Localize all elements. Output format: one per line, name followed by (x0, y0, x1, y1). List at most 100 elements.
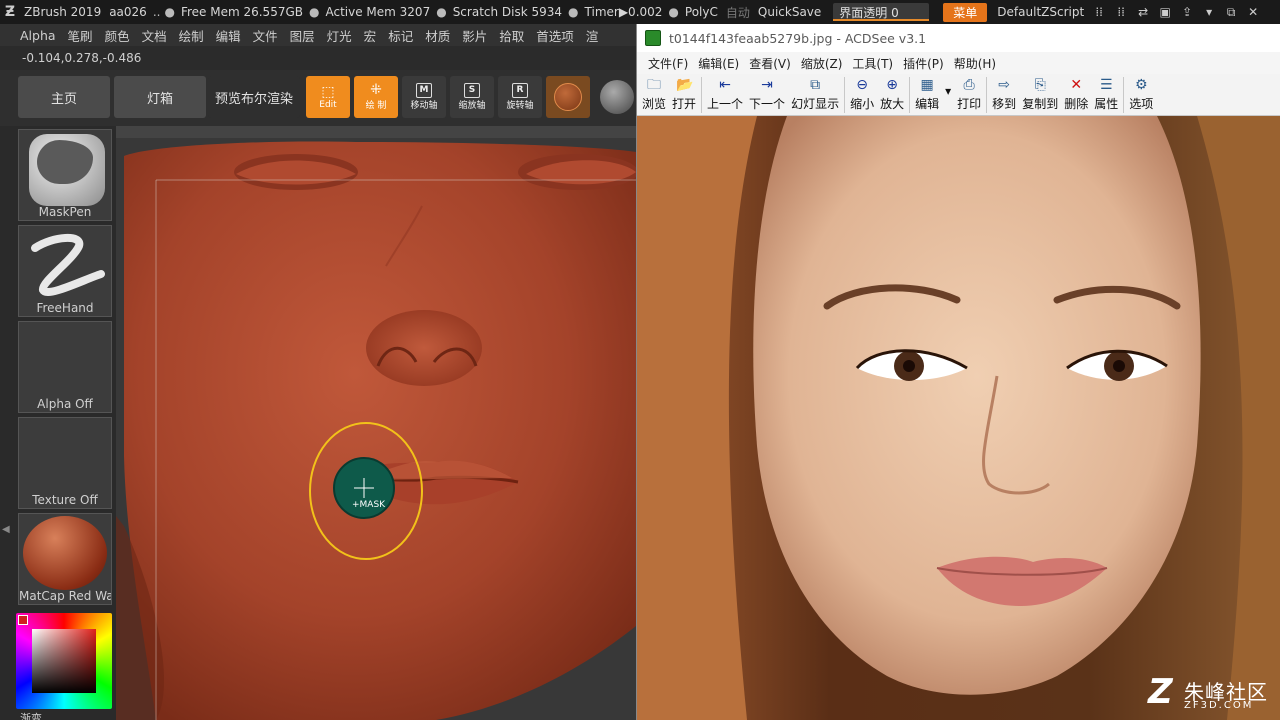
poly-count: PolyC (684, 5, 718, 19)
zbrush-canvas[interactable]: +MASK (116, 126, 636, 720)
sculpt-head (116, 126, 636, 720)
draw-button[interactable]: ⁜ 绘 制 (354, 76, 398, 118)
zbrush-menu-item[interactable]: 灯光 (321, 26, 358, 45)
toolbar-button-browse[interactable]: 🗀 浏览 (639, 74, 669, 112)
toolbar-label: 选项 (1129, 97, 1154, 111)
color-picker[interactable] (16, 613, 112, 709)
zbrush-menu-item[interactable]: Alpha (14, 28, 62, 43)
toolbar-button-zoom-out[interactable]: ⊖ 缩小 (847, 74, 877, 112)
main-color-swatch[interactable] (18, 615, 28, 625)
acdsee-app-icon (645, 30, 661, 46)
quicksave-button[interactable]: QuickSave (754, 5, 825, 19)
zbrush-logo-icon: Ƶ (4, 4, 16, 20)
toolbar-label: 浏览 (642, 97, 667, 111)
interface-transparency-slider[interactable]: 界面透明 0 (833, 3, 930, 21)
toolbar-button-next[interactable]: ⇥ 下一个 (746, 74, 788, 112)
zbrush-menu-item[interactable]: 渲 (580, 26, 605, 45)
zbrush-shelf: 主页 灯箱 预览布尔渲染 ⬚ Edit ⁜ 绘 制 M 移动轴 S 缩放轴 R … (0, 70, 640, 126)
toolbar-button-options[interactable]: ⚙ 选项 (1126, 74, 1156, 112)
brush-label: MaskPen (38, 205, 92, 219)
restore-icon[interactable]: ⧉ (1220, 5, 1242, 20)
layout-icon[interactable]: ⁞⁞ (1088, 5, 1110, 19)
swap-icon[interactable]: ⇄ (1132, 5, 1154, 19)
zbrush-menu-item[interactable]: 宏 (358, 26, 383, 45)
color-sphere-button[interactable] (600, 80, 634, 114)
color-field[interactable] (32, 629, 96, 693)
status-dot-icon: ● (668, 5, 679, 19)
acdsee-window: t0144f143feaab5279b.jpg - ACDSee v3.1 文件… (636, 24, 1280, 720)
watermark-logo: Z (1148, 672, 1173, 712)
zbrush-menu-item[interactable]: 首选项 (530, 26, 580, 45)
acdsee-menu-item[interactable]: 文件(F) (643, 55, 693, 72)
toolbar-button-open-folder[interactable]: 📂 打开 (669, 74, 699, 112)
material-selector[interactable]: MatCap Red Wax (18, 513, 112, 605)
brush-selector[interactable]: MaskPen (18, 129, 112, 221)
alpha-label: Alpha Off (37, 397, 93, 411)
toolbar-button-edit[interactable]: ▦ 编辑 (912, 74, 942, 112)
zbrush-menu-item[interactable]: 绘制 (173, 26, 210, 45)
menus-toggle-button[interactable]: 菜单 (943, 2, 988, 22)
auto-label: 自动 (725, 5, 750, 20)
stroke-selector[interactable]: FreeHand (18, 225, 112, 317)
zbrush-menubar: Alpha 笔刷 颜色 文档 绘制 编辑 文件 图层 灯光宏标记 材质 影片 拾取 首选项渲 (0, 24, 640, 46)
zbrush-titlebar: Ƶ ZBrush 2019 aa026 .. ● Free Mem 26.557… (0, 0, 1280, 24)
zbrush-menu-item[interactable]: 文件 (247, 26, 284, 45)
help-icon[interactable]: ⇪ (1176, 5, 1198, 19)
material-button[interactable] (546, 76, 590, 118)
zbrush-menu-item[interactable]: 编辑 (210, 26, 247, 45)
toolbar-button-slideshow[interactable]: ⧉ 幻灯显示 (788, 74, 842, 112)
texture-selector[interactable]: Texture Off (18, 417, 112, 509)
status-dot-icon: ● (309, 5, 320, 19)
toolbar-button-delete[interactable]: ✕ 删除 (1061, 74, 1091, 112)
stroke-label: FreeHand (36, 301, 94, 315)
edit-dropdown-arrow-icon[interactable]: ▾ (942, 74, 954, 98)
acdsee-menu-item[interactable]: 查看(V) (744, 55, 796, 72)
zbrush-menu-item[interactable]: 图层 (284, 26, 321, 45)
zbrush-menu-item[interactable]: 标记 (382, 26, 419, 45)
toolbar-label: 下一个 (749, 97, 786, 111)
toolbar-label: 缩小 (850, 97, 875, 111)
toolbar-button-properties[interactable]: ☰ 属性 (1091, 74, 1121, 112)
acdsee-menu-item[interactable]: 工具(T) (847, 55, 898, 72)
status-dot-icon: ● (568, 5, 579, 19)
edit-button[interactable]: ⬚ Edit (306, 76, 350, 118)
rotate-button[interactable]: R 旋转轴 (498, 76, 542, 118)
acdsee-menu-item[interactable]: 编辑(E) (693, 55, 744, 72)
rotate-icon: R (512, 83, 528, 98)
zbrush-menu-item[interactable]: 颜色 (99, 26, 136, 45)
toolbar-button-prev[interactable]: ⇤ 上一个 (704, 74, 746, 112)
copy-to-icon: ⎘ (1034, 77, 1046, 93)
toolbar-label: 打印 (957, 97, 982, 111)
zbrush-menu-item[interactable]: 材质 (419, 26, 456, 45)
toolbar-label: 复制到 (1022, 97, 1059, 111)
lightbox-button[interactable]: 灯箱 (114, 76, 206, 118)
layout-icon[interactable]: ⁞⁞ (1110, 5, 1132, 19)
home-button[interactable]: 主页 (18, 76, 110, 118)
toolbar-button-copy-to[interactable]: ⎘ 复制到 (1019, 74, 1061, 112)
move-button[interactable]: M 移动轴 (402, 76, 446, 118)
image-viewer[interactable] (637, 116, 1280, 720)
close-icon[interactable]: ✕ (1242, 5, 1264, 19)
acdsee-menu-item[interactable]: 插件(P) (898, 55, 949, 72)
status-dot-icon: ● (164, 5, 175, 19)
cursor-coordinates: -0.104,0.278,-0.486 (22, 51, 142, 65)
toolbar-label: 删除 (1064, 97, 1089, 111)
zbrush-menu-item[interactable]: 拾取 (493, 26, 530, 45)
toolbar-button-print[interactable]: ⎙ 打印 (954, 74, 984, 112)
default-zscript-button[interactable]: DefaultZScript (993, 5, 1088, 19)
document-name: aa026 (109, 5, 147, 19)
preview-render-button[interactable]: 预览布尔渲染 (208, 76, 300, 118)
toolbar-button-zoom-in[interactable]: ⊕ 放大 (877, 74, 907, 112)
tray-collapse-icon[interactable]: ◀ (2, 524, 10, 535)
ui-icon[interactable]: ▣ (1154, 5, 1176, 19)
status-dot-icon: ● (436, 5, 447, 19)
scale-button[interactable]: S 缩放轴 (450, 76, 494, 118)
minimize-icon[interactable]: ▾ (1198, 5, 1220, 19)
alpha-selector[interactable]: Alpha Off (18, 321, 112, 413)
toolbar-button-move-to[interactable]: ⇨ 移到 (989, 74, 1019, 112)
zbrush-menu-item[interactable]: 笔刷 (62, 26, 99, 45)
acdsee-menu-item[interactable]: 缩放(Z) (796, 55, 848, 72)
zbrush-menu-item[interactable]: 影片 (456, 26, 493, 45)
acdsee-menu-item[interactable]: 帮助(H) (949, 55, 1001, 72)
zbrush-menu-item[interactable]: 文档 (136, 26, 173, 45)
